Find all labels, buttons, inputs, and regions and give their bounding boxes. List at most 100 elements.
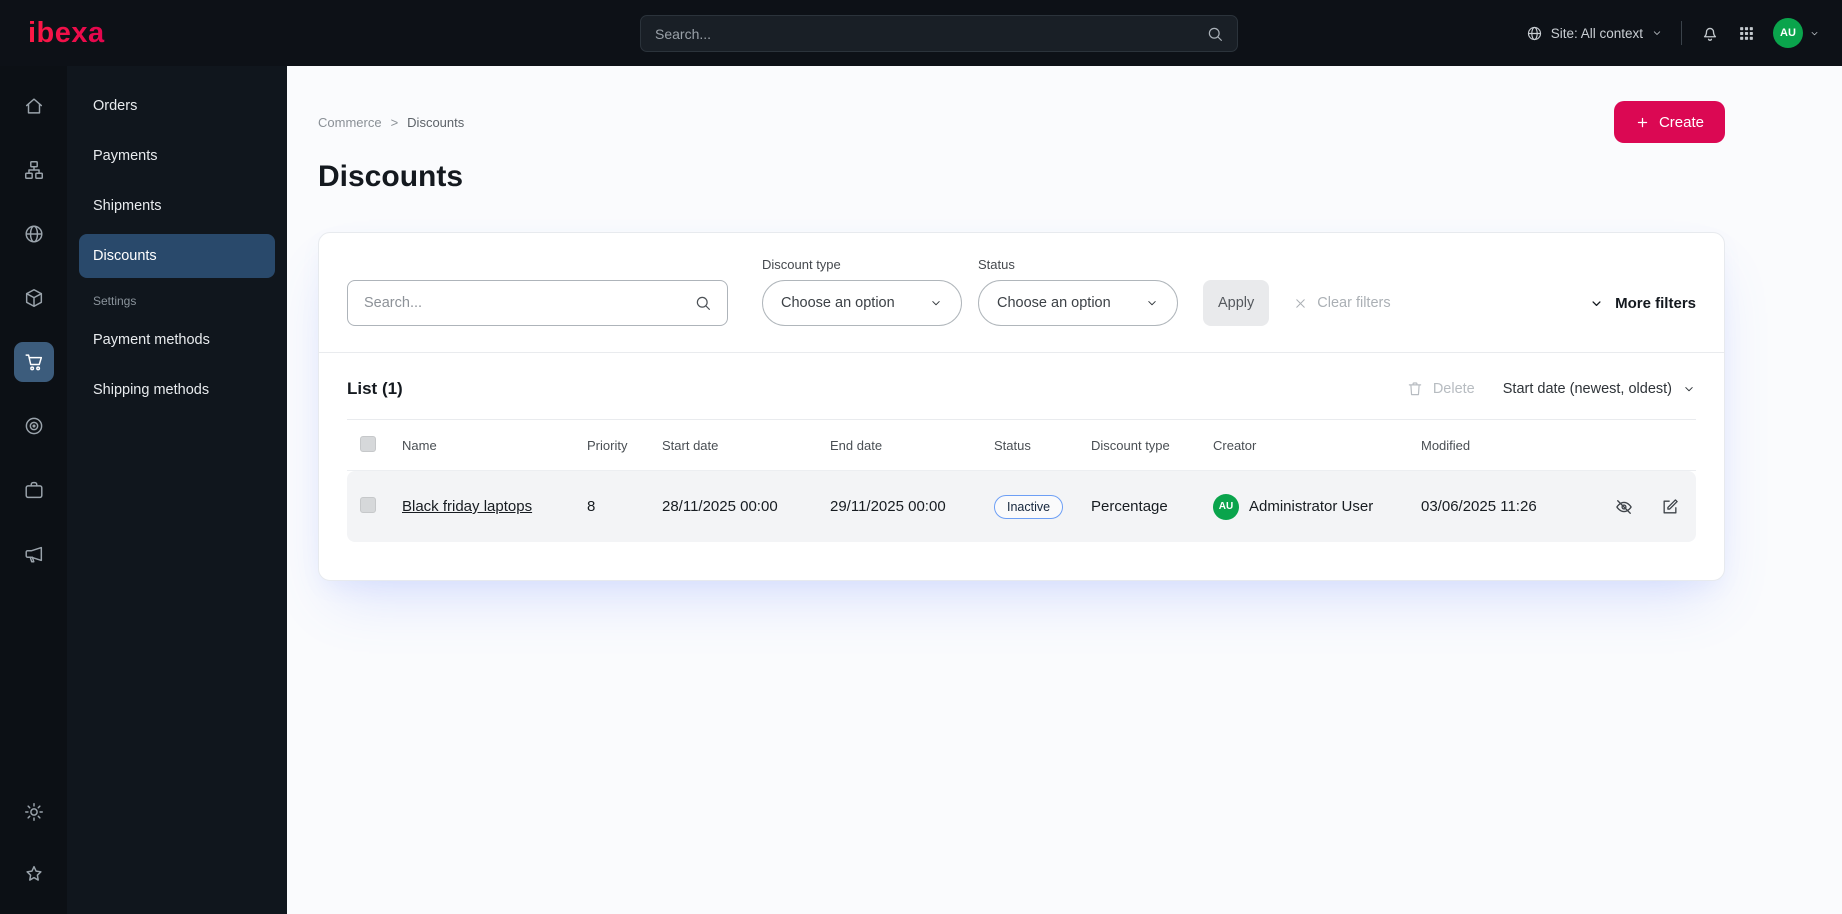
filters-bar: Discount type Choose an option Status Ch… xyxy=(319,233,1724,353)
icon-rail xyxy=(0,66,67,914)
site-context-label: Site: All context xyxy=(1550,25,1643,41)
row-checkbox[interactable] xyxy=(360,496,376,513)
sidebar-item-discounts[interactable]: Discounts xyxy=(79,234,275,278)
sort-selector[interactable]: Start date (newest, oldest) xyxy=(1503,381,1696,397)
site-context-selector[interactable]: Site: All context xyxy=(1526,25,1663,42)
discount-search-input[interactable] xyxy=(348,295,694,311)
sidebar-item-payments[interactable]: Payments xyxy=(79,134,275,178)
status-filter: Status Choose an option xyxy=(978,257,1178,326)
globe-icon xyxy=(1526,25,1543,42)
global-search-input[interactable] xyxy=(641,25,1206,42)
select-all-checkbox[interactable] xyxy=(360,435,376,452)
deactivate-button[interactable] xyxy=(1614,497,1634,517)
topbar-divider xyxy=(1681,21,1682,45)
col-header-name: Name xyxy=(402,437,437,453)
discount-type-label: Discount type xyxy=(762,257,841,272)
discount-type-value: Choose an option xyxy=(781,295,895,311)
col-header-modified: Modified xyxy=(1421,437,1471,453)
ibexa-logo: ibexa xyxy=(28,16,105,49)
clear-filters-button[interactable]: Clear filters xyxy=(1293,280,1391,326)
global-search[interactable] xyxy=(640,15,1238,52)
col-header-creator: Creator xyxy=(1213,437,1257,453)
bell-icon xyxy=(1700,23,1720,43)
discount-type-filter: Discount type Choose an option xyxy=(762,257,962,326)
rail-item-personalization[interactable] xyxy=(14,406,54,446)
discount-type-select[interactable]: Choose an option xyxy=(762,280,962,326)
modified-cell: 03/06/2025 11:26 xyxy=(1421,498,1537,515)
avatar: AU xyxy=(1773,18,1803,48)
home-icon xyxy=(23,95,45,117)
sidebar-item-shipping-methods[interactable]: Shipping methods xyxy=(79,368,275,412)
edit-icon xyxy=(1660,497,1680,517)
rail-item-corporate[interactable] xyxy=(14,470,54,510)
discount-search[interactable] xyxy=(347,280,728,326)
list-head: List (1) Delete Start date (newest, olde… xyxy=(319,353,1724,419)
status-select[interactable]: Choose an option xyxy=(978,280,1178,326)
discounts-table: Name Priority Start date End date Status… xyxy=(347,419,1696,580)
rail-item-commerce[interactable] xyxy=(13,342,54,382)
sidebar-item-orders[interactable]: Orders xyxy=(79,84,275,128)
search-icon xyxy=(694,294,712,312)
col-header-discount-type: Discount type xyxy=(1091,437,1170,453)
rail-item-marketing[interactable] xyxy=(14,534,54,574)
trash-icon xyxy=(1406,380,1424,398)
rail-item-settings[interactable] xyxy=(14,792,54,832)
topbar-right: Site: All context AU xyxy=(1526,18,1842,48)
edit-button[interactable] xyxy=(1660,497,1680,517)
content-tree-icon xyxy=(23,159,45,181)
deactivate-icon xyxy=(1614,497,1634,517)
search-icon xyxy=(1206,25,1224,43)
breadcrumb-discounts: Discounts xyxy=(407,114,465,130)
content-head: Commerce > Discounts Create xyxy=(318,100,1725,144)
corporate-briefcase-icon xyxy=(23,479,45,501)
delete-label: Delete xyxy=(1432,381,1475,397)
main-content: Commerce > Discounts Create Discounts Se… xyxy=(287,66,1842,914)
delete-button[interactable]: Delete xyxy=(1406,380,1475,398)
discount-type-cell: Percentage xyxy=(1091,498,1168,515)
list-head-right: Delete Start date (newest, oldest) xyxy=(1406,380,1696,398)
app-grid-icon xyxy=(1738,25,1755,42)
col-header-end-date: End date xyxy=(830,437,883,453)
rail-item-products[interactable] xyxy=(14,278,54,318)
sidebar-section-settings: Settings xyxy=(93,294,137,308)
settings-gear-icon xyxy=(23,801,45,823)
chevron-down-icon xyxy=(929,296,943,310)
rail-item-content[interactable] xyxy=(14,150,54,190)
table-header: Name Priority Start date End date Status… xyxy=(347,419,1696,471)
rail-item-dashboard[interactable] xyxy=(14,86,54,126)
priority-cell: 8 xyxy=(587,498,596,515)
more-filters-button[interactable]: More filters xyxy=(1589,280,1696,326)
more-filters-label: More filters xyxy=(1615,294,1696,312)
topbar: ibexa Site: All context xyxy=(0,0,1842,66)
list-title: List (1) xyxy=(347,379,403,398)
user-menu[interactable]: AU xyxy=(1773,18,1820,48)
row-actions xyxy=(1587,497,1696,517)
col-header-start-date: Start date xyxy=(662,437,719,453)
plus-icon xyxy=(1635,115,1650,130)
create-button-label: Create xyxy=(1658,113,1704,131)
sidebar-item-shipments[interactable]: Shipments xyxy=(79,184,275,228)
personalization-target-icon xyxy=(23,415,45,437)
rail-item-bookmarks[interactable] xyxy=(14,854,54,894)
page-title: Discounts xyxy=(318,160,464,193)
creator-name: Administrator User xyxy=(1249,498,1374,515)
site-globe-icon xyxy=(23,223,45,245)
apply-button[interactable]: Apply xyxy=(1203,280,1270,326)
col-header-status: Status xyxy=(994,437,1031,453)
table-row: Black friday laptops 8 28/11/2025 00:00 … xyxy=(347,471,1696,542)
discount-name-link[interactable]: Black friday laptops xyxy=(402,498,532,515)
chevron-down-icon xyxy=(1145,296,1159,310)
breadcrumb-commerce[interactable]: Commerce xyxy=(318,115,382,130)
notifications-button[interactable] xyxy=(1700,23,1720,43)
app-switcher-button[interactable] xyxy=(1738,25,1755,42)
rail-item-site[interactable] xyxy=(14,214,54,254)
sidebar-item-payment-methods[interactable]: Payment methods xyxy=(79,318,275,362)
chevron-down-icon xyxy=(1589,296,1604,311)
status-label: Status xyxy=(978,257,1015,272)
bookmarks-star-icon xyxy=(23,863,45,885)
create-button[interactable]: Create xyxy=(1613,101,1725,143)
breadcrumb-separator: > xyxy=(390,114,399,130)
marketing-megaphone-icon xyxy=(23,543,45,565)
app-window: ibexa Site: All context xyxy=(0,0,1842,914)
clear-filters-label: Clear filters xyxy=(1317,295,1391,311)
